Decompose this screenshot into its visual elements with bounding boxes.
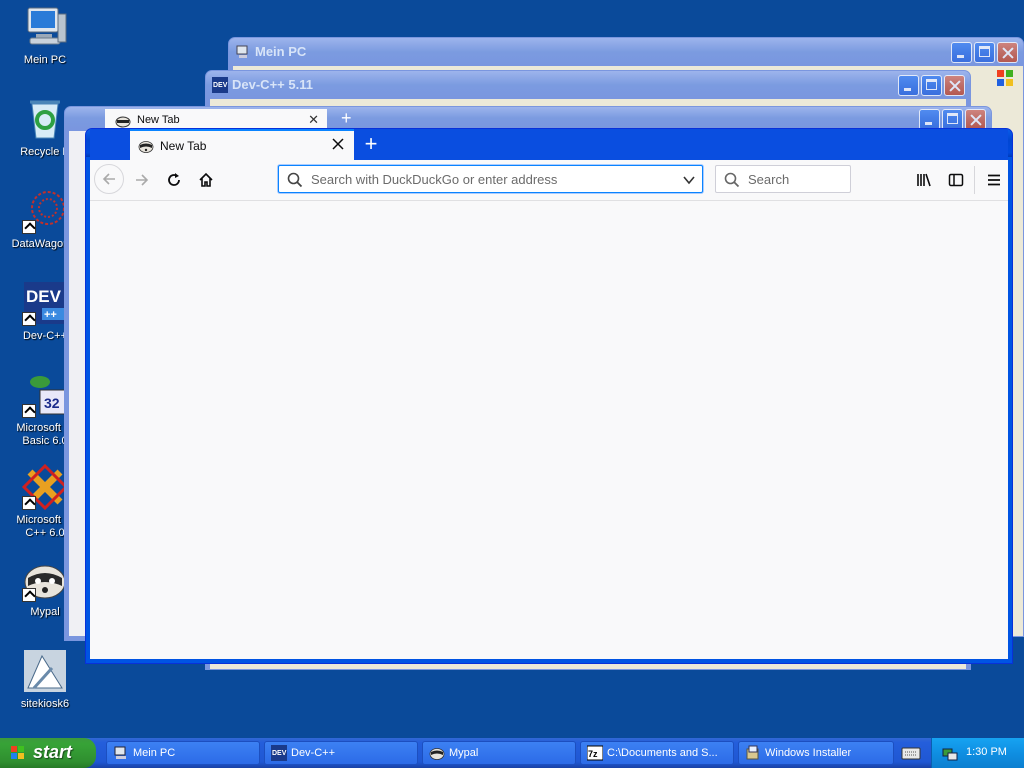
maximize-button[interactable] (921, 75, 942, 96)
installer-icon (746, 745, 759, 760)
taskbar-item-label: Windows Installer (765, 747, 852, 759)
sidebar-icon (948, 173, 964, 187)
desktop-icon-label: Mein PC (23, 54, 67, 66)
close-button[interactable] (997, 42, 1018, 63)
svg-text:DEV: DEV (26, 287, 62, 306)
svg-text:7z: 7z (588, 749, 598, 759)
search-icon (287, 172, 303, 188)
browser-body: New Tab + (90, 129, 1008, 659)
maximize-button[interactable] (974, 42, 995, 63)
windows-logo-icon (997, 70, 1013, 86)
arrow-left-icon (102, 173, 115, 185)
clock[interactable]: 1:30 PM (966, 746, 1007, 758)
close-tab-icon[interactable]: ✕ (308, 112, 319, 128)
window-browser[interactable]: New Tab + (85, 128, 1013, 664)
svg-text:DEV: DEV (213, 82, 228, 89)
taskbar-item-label: Mypal (449, 747, 479, 759)
new-tab-button[interactable]: + (341, 108, 352, 129)
url-input[interactable] (309, 171, 673, 188)
library-icon (917, 173, 931, 187)
window-title: Mein PC (255, 44, 307, 59)
shortcut-arrow-icon (22, 220, 36, 234)
7zip-icon: 7z (587, 745, 603, 761)
reload-icon (168, 173, 180, 186)
taskbar-item-mein-pc[interactable]: Mein PC (106, 741, 260, 765)
raccoon-icon (429, 748, 445, 760)
window-title: Dev-C++ 5.11 (232, 77, 313, 92)
search-bar[interactable] (715, 165, 851, 193)
computer-icon (22, 4, 68, 50)
hamburger-menu-icon (988, 174, 1000, 186)
library-button[interactable] (910, 166, 938, 194)
taskbar-item-label: C:\Documents and S... (607, 747, 718, 759)
datawagon-icon (22, 188, 68, 234)
title-bar[interactable]: DEV Dev-C++ 5.11 (206, 71, 970, 99)
taskbar: start Mein PC DEV Dev-C++ Mypal 7z C:\Do… (0, 738, 1024, 768)
home-button[interactable] (192, 166, 220, 194)
close-tab-icon[interactable] (330, 136, 346, 152)
taskbar-item-label: Dev-C++ (291, 747, 336, 759)
tab-title: New Tab (137, 114, 180, 126)
minimize-button[interactable] (951, 42, 972, 63)
tab-title: New Tab (160, 139, 207, 153)
devcpp-icon: DEV (271, 745, 287, 761)
svg-text:32: 32 (44, 395, 60, 411)
windows-logo-icon (11, 746, 24, 759)
menu-button[interactable] (980, 166, 1008, 194)
chevron-down-icon[interactable] (682, 173, 696, 187)
taskbar-item-mypal[interactable]: Mypal (422, 741, 576, 765)
close-button[interactable] (944, 75, 965, 96)
forward-button[interactable] (128, 166, 156, 194)
search-icon (724, 172, 740, 188)
toolbar-separator (974, 166, 975, 194)
taskbar-item-7zip[interactable]: 7z C:\Documents and S... (580, 741, 734, 765)
minimize-button[interactable] (898, 75, 919, 96)
system-tray: 1:30 PM (931, 738, 1024, 768)
page-content (90, 201, 1008, 659)
minimize-button[interactable] (919, 109, 940, 130)
raccoon-icon (22, 556, 68, 602)
shortcut-arrow-icon (22, 404, 36, 418)
maximize-button[interactable] (942, 109, 963, 130)
desktop-icon-mein-pc[interactable]: Mein PC (4, 4, 86, 67)
tab[interactable]: New Tab (130, 129, 354, 160)
sidebar-button[interactable] (942, 166, 970, 194)
reload-button[interactable] (160, 166, 188, 194)
arrow-right-icon (136, 174, 149, 186)
keyboard-icon[interactable] (900, 744, 922, 762)
back-button[interactable] (94, 164, 124, 194)
network-icon[interactable] (942, 745, 958, 761)
shortcut-arrow-icon (22, 312, 36, 326)
vcpp6-icon (21, 463, 69, 511)
taskbar-item-label: Mein PC (133, 747, 176, 759)
devcpp-icon: DEV (212, 77, 228, 93)
start-label: start (33, 742, 73, 762)
nav-bar (90, 160, 1008, 201)
new-tab-button[interactable]: + (358, 132, 384, 158)
sitekiosk-icon (22, 648, 68, 694)
svg-text:DEV: DEV (272, 750, 287, 757)
search-input[interactable] (746, 171, 845, 188)
taskbar-item-windows-installer[interactable]: Windows Installer (738, 741, 894, 765)
close-button[interactable] (965, 109, 986, 130)
start-button[interactable]: start (0, 738, 96, 768)
devcpp-icon: DEV ++ (22, 280, 68, 326)
title-bar[interactable]: Mein PC (229, 38, 1023, 66)
desktop-icon-label: sitekiosk6 (20, 698, 70, 710)
tab-strip: New Tab + (90, 129, 1008, 160)
raccoon-icon (115, 116, 131, 128)
desktop-icon-sitekiosk[interactable]: sitekiosk6 (4, 648, 86, 711)
shortcut-arrow-icon (22, 588, 36, 602)
recycle-bin-icon (22, 96, 68, 142)
computer-icon (114, 746, 126, 759)
url-bar[interactable] (278, 165, 703, 193)
computer-icon (236, 45, 248, 58)
raccoon-icon (138, 141, 154, 153)
home-icon (199, 172, 213, 187)
taskbar-item-devcpp[interactable]: DEV Dev-C++ (264, 741, 418, 765)
vb6-icon: 32 (22, 372, 68, 418)
svg-text:++: ++ (44, 309, 57, 321)
shortcut-arrow-icon (22, 496, 36, 510)
